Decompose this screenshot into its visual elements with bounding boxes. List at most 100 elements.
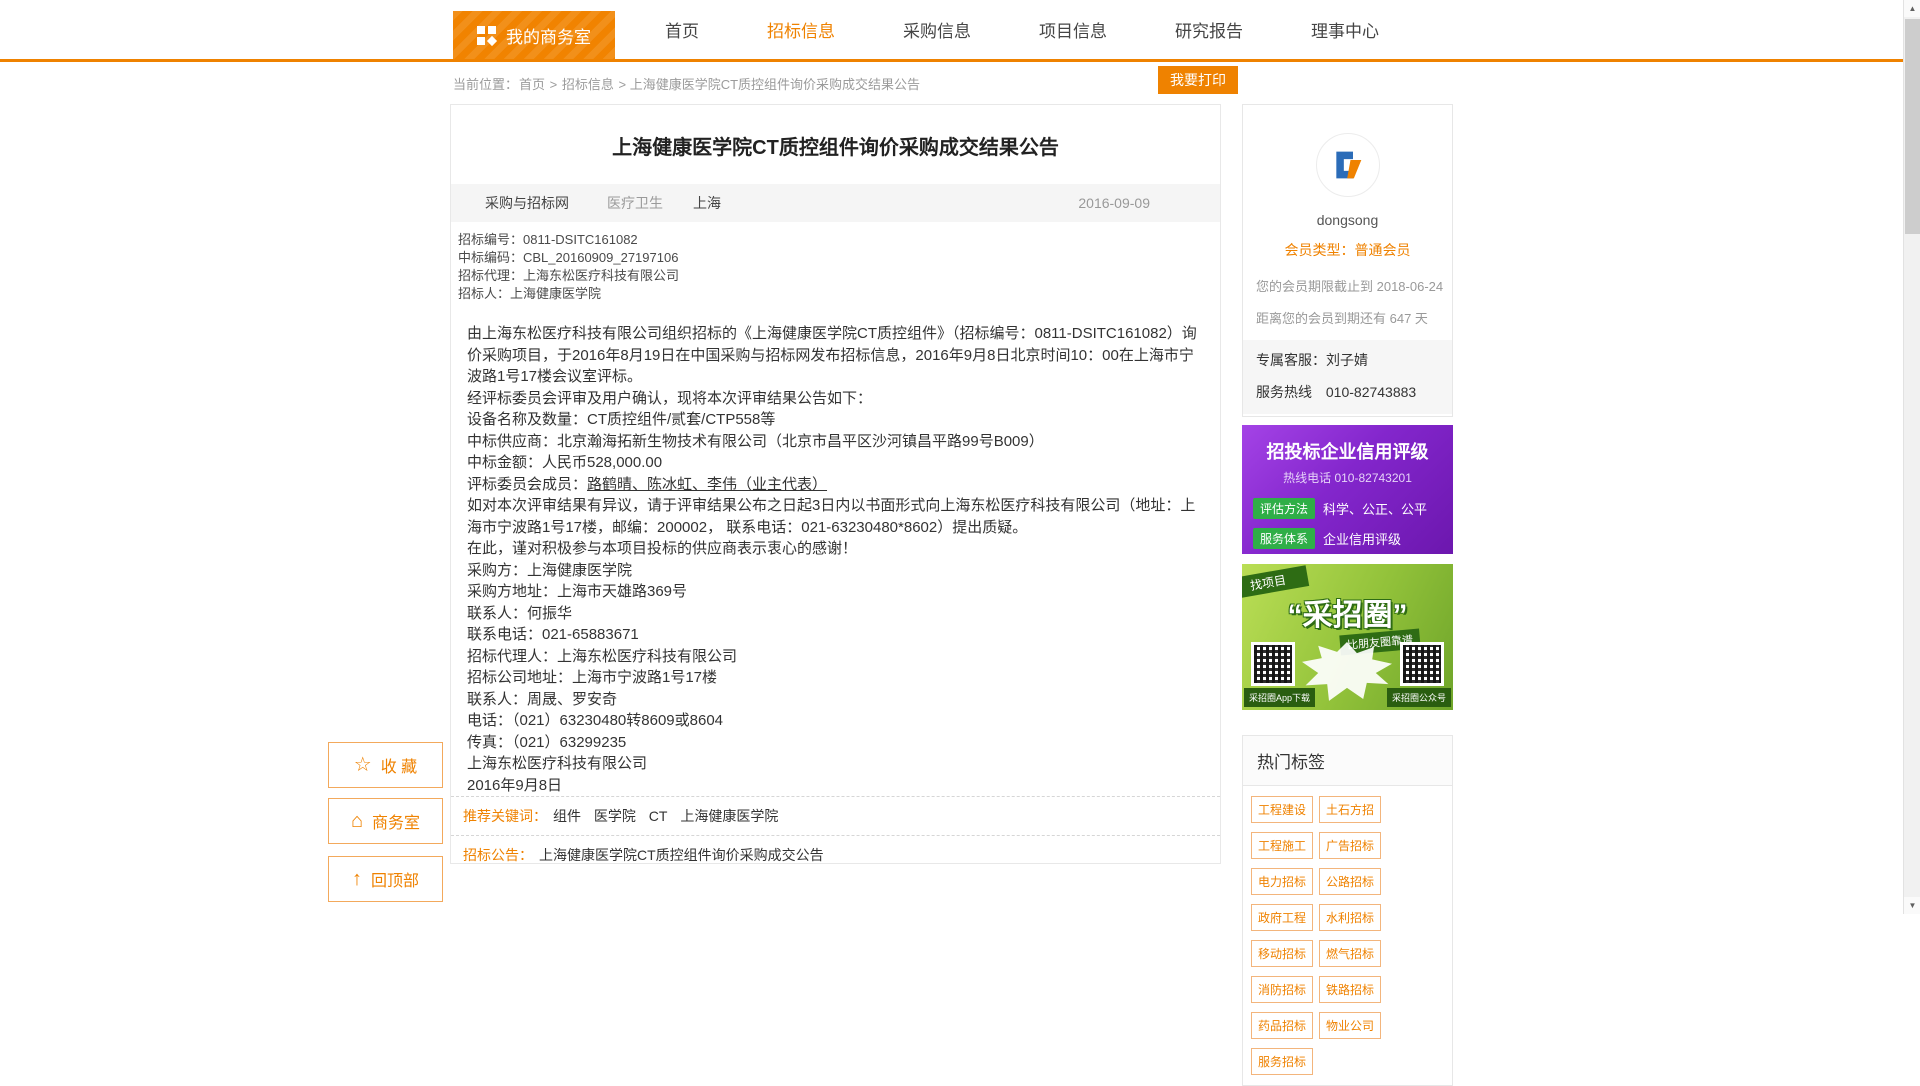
keywords-label: 推荐关键词： [463, 806, 547, 826]
breadcrumb-section-link[interactable]: 招标信息 [562, 77, 614, 92]
dongsong-logo-icon [1328, 145, 1368, 185]
info-line: 中标编码：CBL_20160909_27197106 [458, 249, 1220, 267]
hot-tag[interactable]: 燃气招标 [1319, 940, 1381, 967]
hotline-number: 010-82743883 [1326, 384, 1416, 400]
breadcrumb-separator: > [546, 77, 561, 92]
article-paragraph: 由上海东松医疗科技有限公司组织招标的《上海健康医学院CT质控组件》（招标编号：0… [467, 323, 1202, 388]
scrollbar[interactable]: ▲ ▼ [1903, 0, 1920, 914]
service-agent: 专属客服：刘子婧 [1256, 350, 1439, 370]
article-paragraph: 招标代理人：上海东松医疗科技有限公司 [467, 646, 1202, 668]
credit-rating-banner[interactable]: 招投标企业信用评级 热线电话 010-82743201 评估方法 科学、公正、公… [1242, 425, 1453, 554]
article-paragraph: 中标金额：人民币528,000.00 [467, 452, 1202, 474]
my-business-room-button[interactable]: 我的商务室 [453, 11, 615, 59]
star-icon: ☆ [354, 755, 372, 775]
meta-category-link[interactable]: 医疗卫生 [607, 193, 663, 213]
info-line: 招标代理：上海东松医疗科技有限公司 [458, 267, 1220, 285]
keyword-link[interactable]: 上海健康医学院 [680, 808, 778, 824]
nav-item[interactable]: 招标信息 [767, 17, 835, 42]
keyword-link[interactable]: 医学院 [594, 808, 636, 824]
hot-tag[interactable]: 药品招标 [1251, 1012, 1313, 1039]
avatar[interactable] [1316, 133, 1380, 197]
keywords-section: 推荐关键词： 组件 医学院 CT 上海健康医学院 [451, 796, 1220, 835]
info-line: 招标人：上海健康医学院 [458, 285, 1220, 303]
hot-tag[interactable]: 工程建设 [1251, 796, 1313, 823]
meta-source-link[interactable]: 采购与招标网 [485, 193, 569, 213]
hot-tags-list: 工程建设 土石方招 工程施工 广告招标 电力招标 公路招标 政府工程 水利招标 … [1243, 786, 1452, 1085]
caizhaoquan-ad-banner[interactable]: 找项目 “采招圈” 比朋友圈靠谱 采招圈App下载 采招圈公众号 [1242, 564, 1453, 710]
back-to-top-label: 回顶部 [371, 867, 419, 891]
article-paragraph: 传真：（021）63299235 [467, 732, 1202, 754]
nav-item[interactable]: 采购信息 [903, 17, 971, 42]
article-paragraph: 电话：（021）63230480转8609或8604 [467, 710, 1202, 732]
qr-code-wechat-icon [1400, 642, 1444, 686]
breadcrumb-home-link[interactable]: 首页 [519, 77, 545, 92]
hot-tag[interactable]: 土石方招 [1319, 796, 1381, 823]
user-panel: dongsong 会员类型：普通会员 您的会员期限截止到 2018-06-24 … [1242, 104, 1453, 417]
breadcrumb-separator: > [615, 77, 630, 92]
article-box: 上海健康医学院CT质控组件询价采购成交结果公告 采购与招标网 医疗卫生 上海 2… [450, 104, 1221, 864]
notice-link[interactable]: 上海健康医学院CT质控组件询价采购成交公告 [539, 845, 824, 864]
keywords-links: 组件 医学院 CT 上海健康医学院 [553, 806, 787, 826]
favorite-button[interactable]: ☆ 收 藏 [328, 742, 443, 788]
ad-title: “采招圈” [1242, 590, 1453, 634]
credit-text: 科学、公正、公平 [1323, 499, 1427, 518]
credit-banner-title: 招投标企业信用评级 [1242, 425, 1453, 464]
qr-caption-wechat: 采招圈公众号 [1387, 688, 1451, 707]
hot-tag[interactable]: 工程施工 [1251, 832, 1313, 859]
article-title: 上海健康医学院CT质控组件询价采购成交结果公告 [451, 131, 1220, 160]
article-paragraph: 设备名称及数量：CT质控组件/贰套/CTP558等 [467, 409, 1202, 431]
hot-tag[interactable]: 水利招标 [1319, 904, 1381, 931]
hot-tag[interactable]: 移动招标 [1251, 940, 1313, 967]
hot-tag[interactable]: 政府工程 [1251, 904, 1313, 931]
qr-caption-app: 采招圈App下载 [1244, 688, 1315, 707]
business-room-button[interactable]: ⌂ 商务室 [328, 798, 443, 844]
member-type: 会员类型：普通会员 [1243, 240, 1452, 260]
credit-row: 评估方法 科学、公正、公平 [1253, 498, 1442, 519]
article-paragraph: 联系电话：021-65883671 [467, 624, 1202, 646]
top-navigation: 我的商务室 首页 招标信息 采购信息 项目信息 研究报告 理事中心 [0, 0, 1920, 62]
hot-tag[interactable]: 广告招标 [1319, 832, 1381, 859]
hotline-label: 服务热线 [1256, 384, 1312, 400]
hot-tag[interactable]: 物业公司 [1319, 1012, 1381, 1039]
print-button[interactable]: 我要打印 [1158, 66, 1238, 94]
breadcrumb-label: 当前位置： [453, 77, 518, 92]
credit-banner-rows: 评估方法 科学、公正、公平 服务体系 企业信用评级 [1242, 498, 1453, 549]
hot-tag[interactable]: 服务招标 [1251, 1048, 1313, 1075]
credit-chip: 评估方法 [1253, 498, 1315, 519]
scrollbar-thumb[interactable] [1905, 19, 1920, 234]
hot-tags-panel: 热门标签 工程建设 土石方招 工程施工 广告招标 电力招标 公路招标 政府工程 … [1242, 735, 1453, 1086]
article-paragraph: 在此，谨对积极参与本项目投标的供应商表示衷心的感谢！ [467, 538, 1202, 560]
credit-row: 服务体系 企业信用评级 [1253, 528, 1442, 549]
nav-item[interactable]: 研究报告 [1175, 17, 1243, 42]
meta-region-link[interactable]: 上海 [693, 193, 721, 213]
article-paragraph: 中标供应商：北京瀚海拓新生物技术有限公司（北京市昌平区沙河镇昌平路99号B009… [467, 431, 1202, 453]
hot-tag[interactable]: 电力招标 [1251, 868, 1313, 895]
main-nav: 首页 招标信息 采购信息 项目信息 研究报告 理事中心 [665, 0, 1379, 59]
nav-item[interactable]: 项目信息 [1039, 17, 1107, 42]
scroll-down-icon[interactable]: ▼ [1904, 897, 1920, 914]
meta-date: 2016-09-09 [1078, 195, 1150, 211]
user-name: dongsong [1243, 212, 1452, 228]
article-paragraph: 上海东松医疗科技有限公司 [467, 753, 1202, 775]
keyword-link[interactable]: 组件 [553, 808, 581, 824]
hot-tag[interactable]: 消防招标 [1251, 976, 1313, 1003]
nav-item[interactable]: 理事中心 [1311, 17, 1379, 42]
article-paragraph: 如对本次评审结果有异议，请于评审结果公布之日起3日内以书面形式向上海东松医疗科技… [467, 495, 1202, 538]
keyword-link[interactable]: CT [649, 808, 668, 824]
arrow-up-icon: ↑ [352, 869, 362, 889]
article-meta-bar: 采购与招标网 医疗卫生 上海 2016-09-09 [451, 184, 1220, 222]
service-block: 专属客服：刘子婧 服务热线 010-82743883 [1243, 340, 1452, 414]
article-paragraph: 2016年9月8日 [467, 775, 1202, 797]
article-paragraph: 采购方地址：上海市天雄路369号 [467, 581, 1202, 603]
notice-label: 招标公告： [463, 845, 533, 864]
my-business-room-label: 我的商务室 [506, 23, 591, 48]
info-line: 招标编号：0811-DSITC161082 [458, 231, 1220, 249]
hot-tag[interactable]: 铁路招标 [1319, 976, 1381, 1003]
article-paragraph: 招标公司地址：上海市宁波路1号17楼 [467, 667, 1202, 689]
scroll-up-icon[interactable]: ▲ [1904, 0, 1920, 17]
home-icon: ⌂ [351, 811, 363, 831]
favorite-label: 收 藏 [381, 753, 417, 777]
nav-item[interactable]: 首页 [665, 17, 699, 42]
back-to-top-button[interactable]: ↑ 回顶部 [328, 856, 443, 902]
hot-tag[interactable]: 公路招标 [1319, 868, 1381, 895]
